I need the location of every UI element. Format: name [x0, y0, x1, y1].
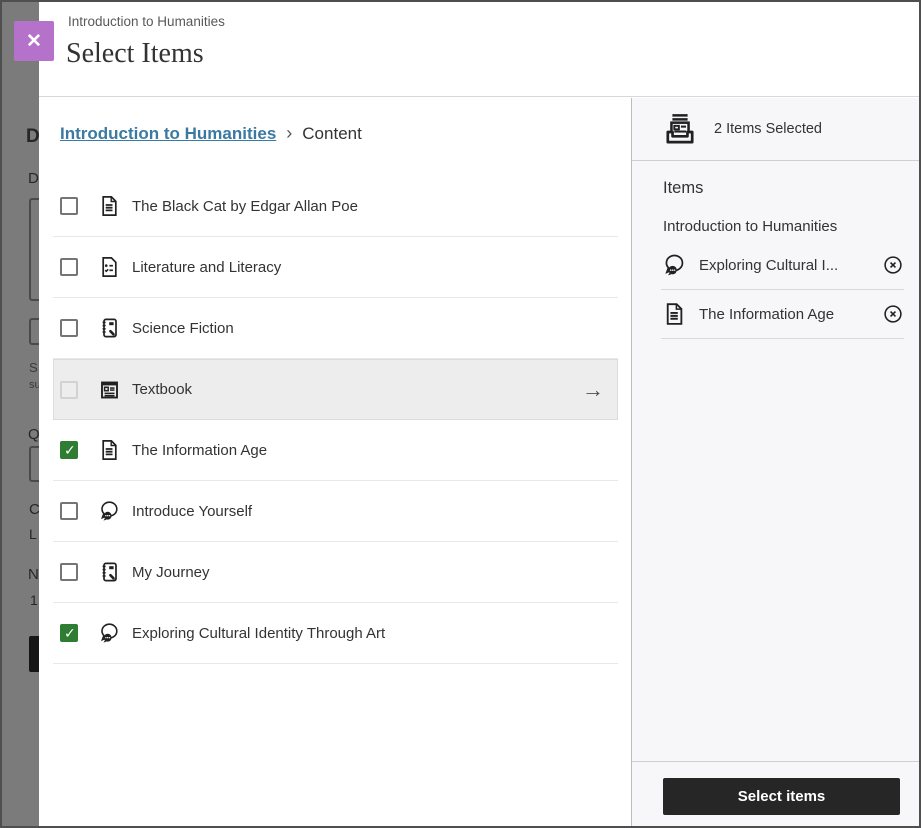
background-text-fragment: D: [28, 170, 39, 187]
journal-icon: [97, 560, 121, 584]
item-checkbox[interactable]: [60, 197, 78, 215]
assessment-icon: [97, 255, 121, 279]
items-heading: Items: [663, 179, 704, 197]
footer-divider: [632, 761, 919, 762]
item-label: My Journey: [132, 563, 210, 581]
discussion-icon: [97, 499, 121, 523]
item-checkbox[interactable]: [60, 624, 78, 642]
item-checkbox[interactable]: [60, 563, 78, 581]
remove-item-button[interactable]: [882, 303, 904, 325]
content-browser-pane: Introduction to Humanities › Content The…: [39, 98, 633, 826]
select-items-button[interactable]: Select items: [663, 778, 900, 815]
background-text-fragment: 1: [30, 592, 38, 608]
background-text-fragment: L: [29, 526, 37, 542]
document-icon: [97, 194, 121, 218]
selected-item-label: The Information Age: [699, 305, 835, 323]
background-text-fragment: D: [26, 126, 39, 147]
background-text-fragment: C: [29, 501, 39, 518]
modal-body: Introduction to Humanities › Content The…: [39, 98, 919, 826]
journal-icon: [97, 316, 121, 340]
list-item[interactable]: The Black Cat by Edgar Allan Poe: [53, 176, 618, 237]
list-item-folder[interactable]: Textbook →: [53, 359, 618, 420]
item-label: Textbook: [132, 381, 193, 398]
discussion-icon: [97, 621, 121, 645]
modal-panel: Introduction to Humanities Select Items …: [39, 2, 919, 826]
close-button[interactable]: ✕: [14, 21, 54, 76]
list-item[interactable]: Exploring Cultural Identity Through Art: [53, 603, 618, 664]
document-icon: [97, 438, 121, 462]
textbook-icon: [97, 378, 121, 402]
selected-group-label: Introduction to Humanities: [663, 218, 838, 235]
item-checkbox-disabled: [60, 380, 78, 399]
document-icon: [661, 301, 687, 327]
modal-header: Introduction to Humanities Select Items: [39, 2, 919, 97]
list-item[interactable]: My Journey: [53, 542, 618, 603]
list-item[interactable]: Introduce Yourself: [53, 481, 618, 542]
item-label: Exploring Cultural Identity Through Art: [132, 624, 386, 642]
list-item[interactable]: The Information Age: [53, 420, 618, 481]
breadcrumb-current: Content: [302, 123, 362, 143]
selected-item: Exploring Cultural I...: [661, 241, 904, 290]
background-field-fragment: [29, 318, 39, 345]
background-page-overlay: D D S su Q C L N 1: [2, 2, 39, 826]
course-name-label: Introduction to Humanities: [68, 14, 225, 29]
background-text-fragment: Q: [28, 426, 39, 443]
selected-item: The Information Age: [661, 290, 904, 339]
item-label: The Black Cat by Edgar Allan Poe: [132, 197, 358, 215]
remove-item-button[interactable]: [882, 254, 904, 276]
circle-x-icon: [882, 303, 904, 325]
item-checkbox[interactable]: [60, 258, 78, 276]
breadcrumb: Introduction to Humanities › Content: [60, 123, 633, 144]
chevron-right-icon: ›: [286, 123, 293, 143]
background-text-fragment: S: [29, 360, 38, 375]
list-item[interactable]: Science Fiction: [53, 298, 618, 359]
discussion-icon: [661, 252, 687, 278]
item-label: Science Fiction: [132, 319, 234, 337]
item-checkbox[interactable]: [60, 441, 78, 459]
background-text-fragment: N: [28, 566, 39, 583]
selection-summary-pane: 2 Items Selected Items Introduction to H…: [631, 98, 919, 826]
item-label: Introduce Yourself: [132, 502, 253, 520]
page-title: Select Items: [66, 38, 204, 69]
circle-x-icon: [882, 254, 904, 276]
item-label: Literature and Literacy: [132, 258, 282, 276]
background-field-fragment: [29, 446, 39, 482]
background-button-fragment: [29, 636, 39, 672]
breadcrumb-course-link[interactable]: Introduction to Humanities: [60, 124, 276, 144]
selected-count-label: 2 Items Selected: [714, 121, 822, 137]
background-field-fragment: [29, 198, 39, 301]
content-item-list: The Black Cat by Edgar Allan Poe Literat…: [53, 176, 618, 664]
item-label: The Information Age: [132, 441, 268, 459]
background-text-fragment: su: [29, 379, 39, 391]
selected-count-band: 2 Items Selected: [632, 98, 919, 161]
item-checkbox[interactable]: [60, 319, 78, 337]
open-folder-arrow-icon[interactable]: →: [582, 378, 617, 401]
collect-icon: [661, 110, 699, 148]
item-checkbox[interactable]: [60, 502, 78, 520]
selected-item-label: Exploring Cultural I...: [699, 256, 839, 274]
select-items-dialog: D D S su Q C L N 1 ✕ Introduction to Hum…: [0, 0, 921, 828]
close-icon: ✕: [14, 21, 54, 61]
list-item[interactable]: Literature and Literacy: [53, 237, 618, 298]
selected-items-list: Exploring Cultural I... The Information …: [661, 241, 904, 339]
